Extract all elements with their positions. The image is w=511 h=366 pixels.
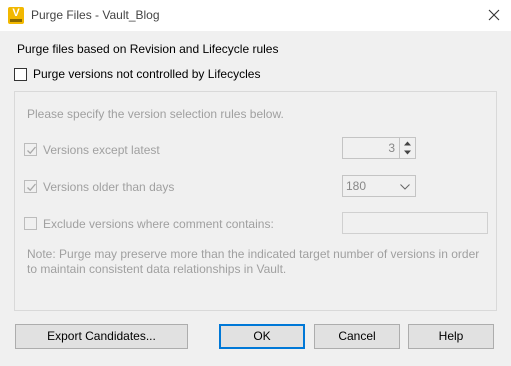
versions-older-than-days-label: Versions older than days	[43, 180, 175, 194]
checkmark-icon	[27, 146, 36, 155]
stepper-value: 3	[388, 141, 395, 155]
chevron-down-icon[interactable]	[404, 150, 411, 155]
dialog-heading: Purge files based on Revision and Lifecy…	[17, 42, 279, 56]
purge-unlifecycled-label: Purge versions not controlled by Lifecyc…	[33, 67, 261, 81]
chevron-down-icon	[400, 184, 410, 190]
help-button[interactable]: Help	[408, 324, 494, 349]
vault-app-icon: V	[8, 7, 24, 24]
chevron-up-icon[interactable]	[404, 141, 411, 146]
purge-unlifecycled-checkbox[interactable]	[14, 68, 27, 81]
versions-except-latest-checkbox[interactable]	[24, 143, 37, 156]
export-candidates-button[interactable]: Export Candidates...	[15, 324, 188, 349]
versions-except-latest-stepper[interactable]: 3	[342, 137, 416, 159]
exclude-comment-label: Exclude versions where comment contains:	[43, 217, 274, 231]
close-icon	[488, 9, 500, 21]
stepper-buttons[interactable]	[399, 138, 415, 158]
days-dropdown-value: 180	[346, 179, 367, 193]
versions-older-than-days-checkbox[interactable]	[24, 180, 37, 193]
ok-button[interactable]: OK	[219, 324, 305, 349]
days-dropdown[interactable]: 180	[342, 175, 416, 197]
close-button[interactable]	[477, 0, 511, 31]
exclude-comment-checkbox[interactable]	[24, 217, 37, 230]
version-rules-group	[14, 91, 497, 311]
exclude-comment-input[interactable]	[342, 212, 488, 234]
window-title: Purge Files - Vault_Blog	[31, 8, 160, 22]
cancel-button[interactable]: Cancel	[314, 324, 400, 349]
purge-note: Note: Purge may preserve more than the i…	[27, 247, 480, 276]
checkmark-icon	[27, 183, 36, 192]
rules-instruction: Please specify the version selection rul…	[27, 107, 284, 121]
versions-except-latest-label: Versions except latest	[43, 143, 160, 157]
title-bar: V Purge Files - Vault_Blog	[0, 0, 511, 31]
